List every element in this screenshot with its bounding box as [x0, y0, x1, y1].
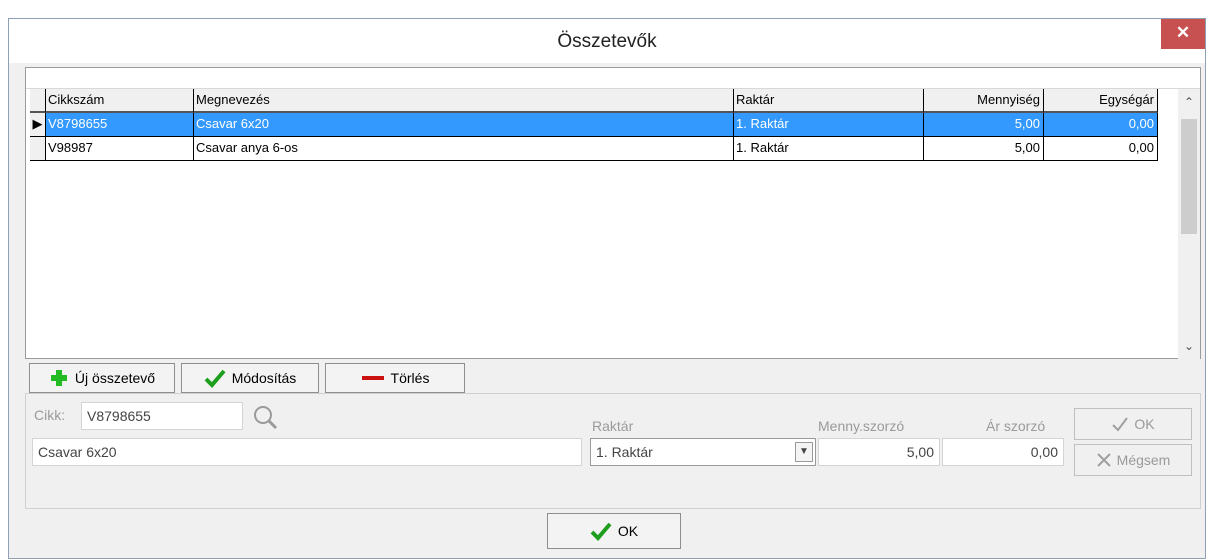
plus-icon: [50, 370, 67, 386]
editor-ok-label: OK: [1134, 416, 1155, 432]
cell-mennyiseg[interactable]: 5,00: [924, 137, 1044, 161]
ar-label: Ár szorzó: [986, 418, 1046, 434]
raktar-select[interactable]: 1. Raktár ▼: [590, 438, 816, 466]
checkmark-icon: [590, 522, 612, 541]
row-pointer-icon: ▶: [30, 113, 46, 137]
grid-area: Cikkszám Megnevezés Raktár Mennyiség Egy…: [26, 88, 1200, 359]
scroll-up-icon[interactable]: ⌃: [1178, 91, 1200, 113]
cikk-label: Cikk:: [34, 407, 66, 423]
cell-raktar[interactable]: 1. Raktár: [734, 113, 924, 137]
edit-label: Módosítás: [231, 370, 297, 386]
editor-cancel-button[interactable]: Mégsem: [1074, 444, 1192, 476]
checkmark-icon: [1112, 417, 1129, 432]
scroll-down-icon[interactable]: ⌄: [1178, 335, 1200, 357]
cell-mennyiseg[interactable]: 5,00: [924, 113, 1044, 137]
cancel-x-icon: [1096, 453, 1111, 467]
column-header-egysegar[interactable]: Egységár: [1044, 89, 1158, 113]
cell-megnevezes[interactable]: Csavar anya 6-os: [194, 137, 734, 161]
raktar-label: Raktár: [592, 418, 634, 434]
dialog-window: Összetevők ✕ Cikkszám Megnevezés Raktár …: [8, 18, 1206, 559]
delete-label: Törlés: [390, 370, 430, 386]
cell-cikkszam[interactable]: V98987: [46, 137, 194, 161]
vertical-scrollbar[interactable]: ⌃ ⌄: [1178, 89, 1200, 359]
column-header-mennyiseg[interactable]: Mennyiség: [924, 89, 1044, 113]
new-component-button[interactable]: Új összetevő: [29, 363, 175, 393]
ok-button[interactable]: OK: [547, 513, 681, 549]
cell-cikkszam[interactable]: V8798655: [46, 113, 194, 137]
minus-icon: [361, 376, 384, 380]
cell-raktar[interactable]: 1. Raktár: [734, 137, 924, 161]
cell-egysegar[interactable]: 0,00: [1044, 137, 1158, 161]
cell-egysegar[interactable]: 0,00: [1044, 113, 1158, 137]
table-row[interactable]: V98987 Csavar anya 6-os 1. Raktár 5,00 0…: [30, 137, 1174, 161]
grid-header: Cikkszám Megnevezés Raktár Mennyiség Egy…: [30, 89, 1174, 113]
delete-button[interactable]: Törlés: [325, 363, 465, 393]
column-header-raktar[interactable]: Raktár: [734, 89, 924, 113]
edit-button[interactable]: Módosítás: [181, 363, 319, 393]
new-component-label: Új összetevő: [74, 370, 156, 386]
column-header-megnevezes[interactable]: Megnevezés: [194, 89, 734, 113]
column-header-cikkszam[interactable]: Cikkszám: [46, 89, 194, 113]
title-bar: Összetevők ✕: [9, 19, 1205, 63]
editor-panel: Cikk: V8798655 Csavar 6x20 Raktár 1. Rak…: [25, 393, 1201, 509]
ok-label: OK: [617, 523, 639, 539]
grid-panel: Cikkszám Megnevezés Raktár Mennyiség Egy…: [25, 67, 1201, 359]
menny-label: Menny.szorzó: [818, 418, 905, 434]
cikk-input[interactable]: V8798655: [81, 402, 243, 430]
header-indicator: [30, 89, 46, 113]
cell-megnevezes[interactable]: Csavar 6x20: [194, 113, 734, 137]
close-button[interactable]: ✕: [1161, 19, 1205, 49]
dropdown-arrow-icon[interactable]: ▼: [795, 442, 813, 462]
editor-ok-button[interactable]: OK: [1074, 408, 1192, 440]
close-icon: ✕: [1175, 23, 1191, 42]
raktar-selected-value: 1. Raktár: [596, 444, 653, 460]
row-indicator: [30, 137, 46, 161]
components-grid: Cikkszám Megnevezés Raktár Mennyiség Egy…: [30, 89, 1174, 161]
table-row[interactable]: ▶ V8798655 Csavar 6x20 1. Raktár 5,00 0,…: [30, 113, 1174, 137]
scroll-thumb[interactable]: [1181, 119, 1197, 234]
menny-input[interactable]: 5,00: [818, 438, 940, 466]
editor-cancel-label: Mégsem: [1116, 452, 1171, 468]
search-icon[interactable]: [252, 404, 278, 430]
name-input[interactable]: Csavar 6x20: [32, 438, 582, 466]
ar-input[interactable]: 0,00: [942, 438, 1064, 466]
checkmark-icon: [204, 369, 226, 388]
dialog-title: Összetevők: [557, 31, 657, 52]
